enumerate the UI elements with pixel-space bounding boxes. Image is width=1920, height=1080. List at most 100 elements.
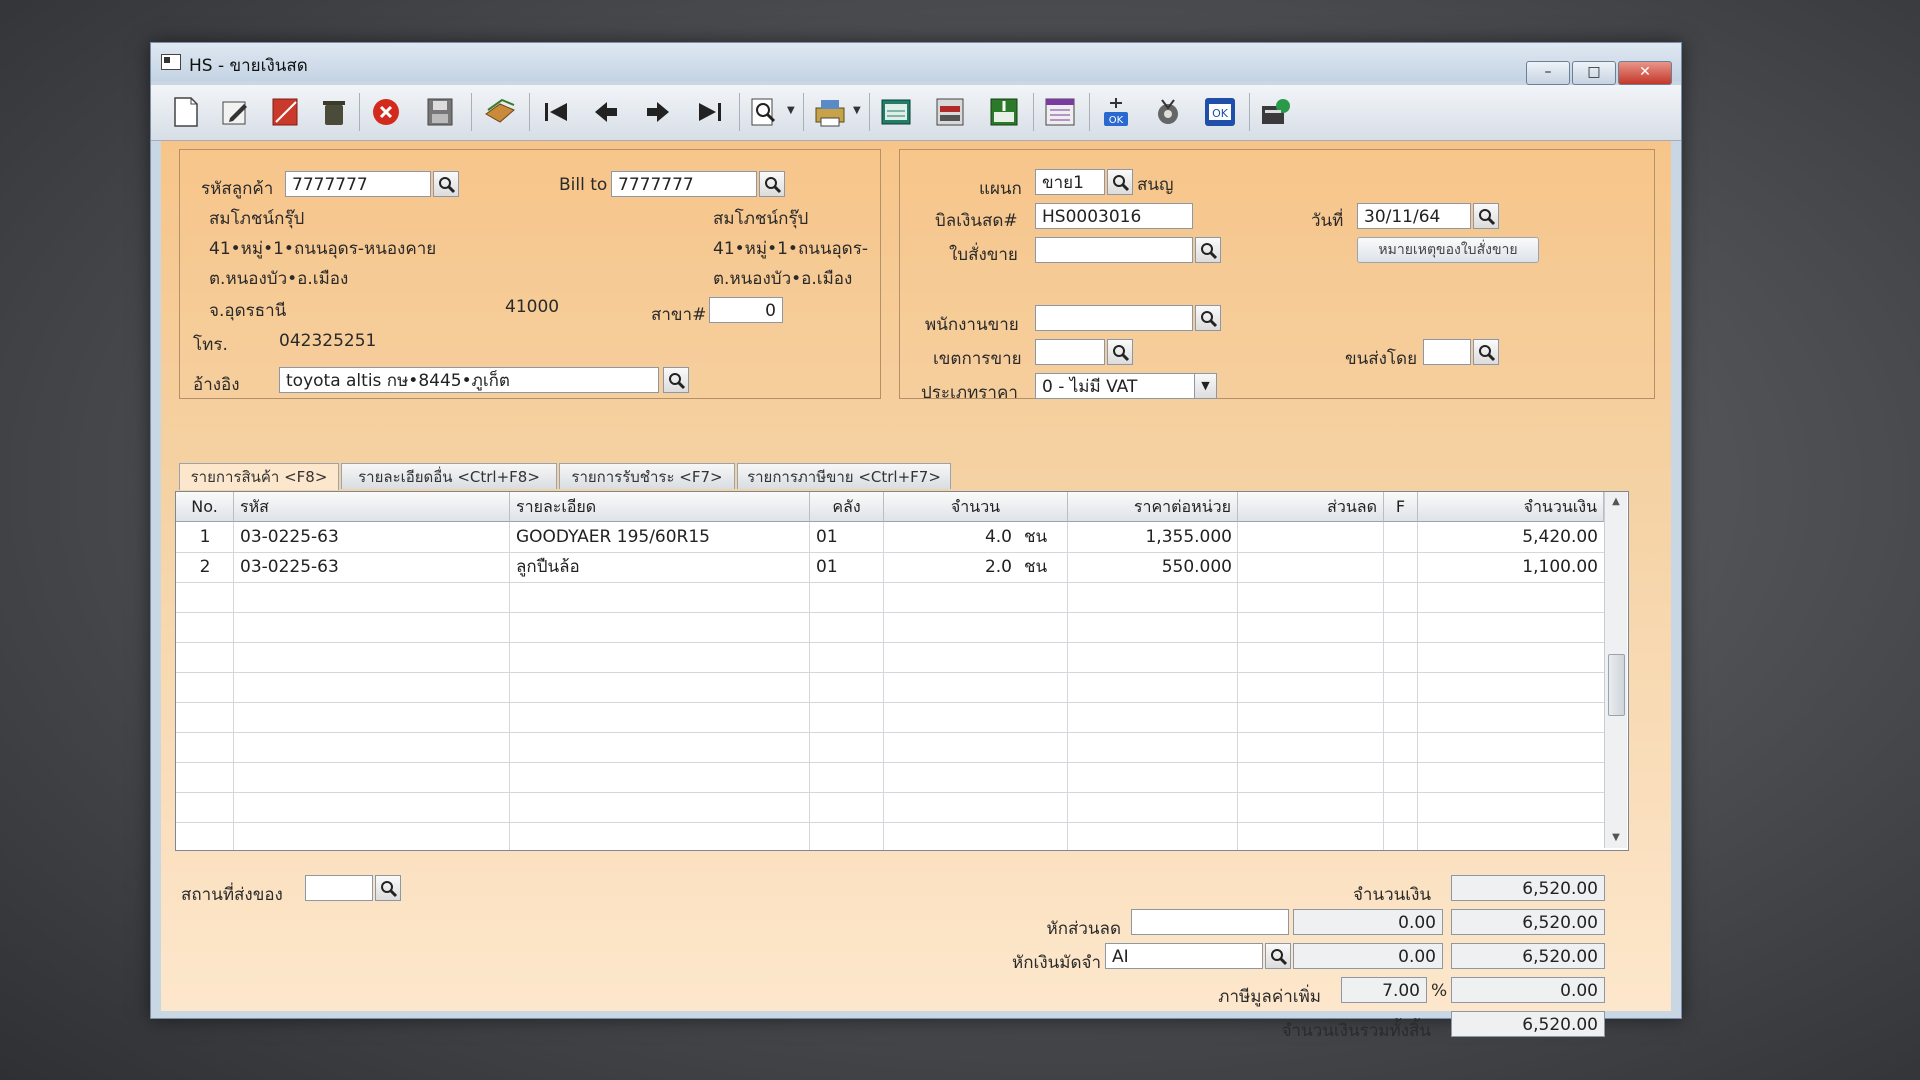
discount-label: หักส่วนลด — [1046, 919, 1122, 939]
delivery-location-search-icon[interactable] — [375, 875, 401, 901]
row-unit: ชน — [1024, 527, 1048, 547]
ship-by-field[interactable] — [1423, 339, 1471, 365]
calendar-icon[interactable] — [1041, 93, 1079, 131]
sales-order-search-icon[interactable] — [1195, 237, 1221, 263]
new-icon[interactable] — [167, 93, 205, 131]
cancel-icon[interactable] — [367, 93, 405, 131]
amount-label: จำนวนเงิน — [1352, 885, 1431, 905]
price-type-label: ประเภทราคา — [921, 383, 1018, 403]
import-icon[interactable] — [985, 93, 1023, 131]
sales-area-search-icon[interactable] — [1107, 339, 1133, 365]
last-record-icon[interactable] — [691, 93, 729, 131]
print-icon[interactable] — [811, 93, 849, 131]
branch-label: สาขา# — [651, 305, 707, 325]
billto-search-icon[interactable] — [759, 171, 785, 197]
delivery-location-field[interactable] — [305, 875, 373, 901]
scroll-up-icon[interactable]: ▲ — [1605, 496, 1627, 507]
col-no: No. — [176, 492, 234, 522]
save-icon[interactable] — [421, 93, 459, 131]
col-discount: ส่วนลด — [1238, 492, 1384, 522]
tab-sales-tax[interactable]: รายการภาษีขาย <Ctrl+F7> — [737, 463, 951, 489]
grid-scrollbar[interactable]: ▲ ▼ — [1604, 492, 1627, 848]
sales-area-field[interactable] — [1035, 339, 1105, 365]
sales-order-note-button[interactable]: หมายเหตุของใบสั่งขาย — [1357, 237, 1539, 263]
row-warehouse: 01 — [816, 557, 838, 577]
vat-rate-field[interactable]: 7.00 — [1341, 977, 1427, 1003]
row-quantity: 2.0 — [984, 557, 1012, 577]
items-grid: No. รหัส รายละเอียด คลัง จำนวน ราคาต่อหน… — [175, 491, 1629, 851]
department-search-icon[interactable] — [1107, 169, 1133, 195]
scroll-down-icon[interactable]: ▼ — [1605, 832, 1627, 843]
close-button[interactable]: ✕ — [1618, 61, 1672, 85]
approve-icon[interactable]: OK — [1097, 93, 1135, 131]
vat-label: ภาษีมูลค่าเพิ่ม — [1218, 987, 1321, 1007]
void-icon[interactable] — [267, 93, 305, 131]
row-code: 03-0225-63 — [240, 527, 339, 547]
edit-icon[interactable] — [217, 93, 255, 131]
discount-text-field[interactable] — [1131, 909, 1289, 935]
col-f: F — [1384, 492, 1418, 522]
department-name: สนญ — [1137, 175, 1174, 195]
reference-search-icon[interactable] — [663, 367, 689, 393]
row-no: 1 — [199, 527, 211, 547]
customer-code-field[interactable]: 7777777 — [285, 171, 431, 197]
customer-search-icon[interactable] — [433, 171, 459, 197]
salesman-field[interactable] — [1035, 305, 1193, 331]
tools-icon[interactable] — [1149, 93, 1187, 131]
date-search-icon[interactable] — [1473, 203, 1499, 229]
title-bar: HS - ขายเงินสด – □ ✕ — [151, 43, 1681, 85]
previous-record-icon[interactable] — [587, 93, 625, 131]
export-icon[interactable] — [931, 93, 969, 131]
first-record-icon[interactable] — [537, 93, 575, 131]
find-dropdown-icon[interactable]: ▼ — [787, 105, 795, 116]
bill-no-label: บิลเงินสด# — [935, 211, 1018, 231]
deposit-code-field[interactable]: AI — [1105, 943, 1263, 969]
billto-field[interactable]: 7777777 — [611, 171, 757, 197]
user-icon[interactable] — [1257, 93, 1295, 131]
chevron-down-icon[interactable]: ▼ — [1194, 374, 1216, 398]
row-unit: ชน — [1024, 557, 1048, 577]
row-warehouse: 01 — [816, 527, 838, 547]
copy-icon[interactable] — [481, 93, 519, 131]
row-description: ลูกปืนล้อ — [516, 557, 580, 577]
department-field[interactable]: ขาย1 — [1035, 169, 1105, 195]
sales-order-field[interactable] — [1035, 237, 1193, 263]
price-type-select[interactable]: 0 - ไม่มี VAT ▼ — [1035, 373, 1217, 399]
customer-address1: 41•หมู่•1•ถนนอุดร-หนองคาย — [209, 239, 437, 259]
phone-value: 042325251 — [279, 331, 377, 351]
date-field[interactable]: 30/11/64 — [1357, 203, 1471, 229]
minimize-button[interactable]: – — [1526, 61, 1570, 85]
scrollbar-thumb[interactable] — [1608, 654, 1625, 716]
print-dropdown-icon[interactable]: ▼ — [853, 105, 861, 116]
bill-no-field[interactable]: HS0003016 — [1035, 203, 1193, 229]
row-quantity: 4.0 — [984, 527, 1012, 547]
find-icon[interactable] — [745, 93, 783, 131]
tab-payments[interactable]: รายการรับชำระ <F7> — [559, 463, 735, 489]
report-icon[interactable] — [877, 93, 915, 131]
ship-by-search-icon[interactable] — [1473, 339, 1499, 365]
next-record-icon[interactable] — [639, 93, 677, 131]
after-deposit-field: 6,520.00 — [1451, 943, 1605, 969]
salesman-label: พนักงานขาย — [925, 315, 1019, 335]
row-amount: 1,100.00 — [1522, 557, 1598, 577]
billto-address1: 41•หมู่•1•ถนนอุดร- — [713, 239, 868, 259]
branch-field[interactable]: 0 — [709, 297, 783, 323]
window-title: HS - ขายเงินสด — [189, 56, 308, 76]
salesman-search-icon[interactable] — [1195, 305, 1221, 331]
toolbar: ▼ ▼ OK OK — [151, 85, 1681, 141]
svg-text:OK: OK — [1109, 115, 1124, 126]
tab-items[interactable]: รายการสินค้า <F8> — [179, 463, 339, 490]
reference-field[interactable]: toyota altis กษ•8445•ภูเก็ต — [279, 367, 659, 393]
amount-field: 6,520.00 — [1451, 875, 1605, 901]
row-unit-price: 550.000 — [1161, 557, 1232, 577]
deposit-label: หักเงินมัดจำ — [1012, 953, 1101, 973]
customer-name: สมโภชน์กรุ๊ป — [209, 209, 305, 229]
confirm-icon[interactable]: OK — [1201, 93, 1239, 131]
deposit-search-icon[interactable] — [1265, 943, 1291, 969]
delete-icon[interactable] — [315, 93, 353, 131]
col-amount: จำนวนเงิน — [1418, 492, 1604, 522]
after-discount-field: 6,520.00 — [1451, 909, 1605, 935]
maximize-button[interactable]: □ — [1572, 61, 1616, 85]
discount-value-field: 0.00 — [1293, 909, 1443, 935]
tab-other-details[interactable]: รายละเอียดอื่น <Ctrl+F8> — [341, 463, 557, 489]
